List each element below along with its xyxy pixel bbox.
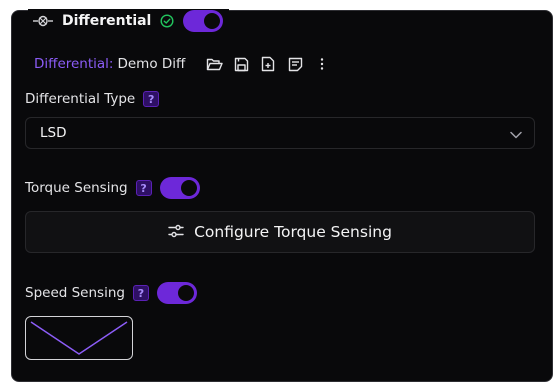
section-header: Differential: [28, 9, 230, 33]
toggle-knob: [204, 13, 221, 29]
differential-type-label: Differential Type: [25, 91, 136, 107]
configure-torque-sensing-button[interactable]: Configure Torque Sensing: [25, 211, 535, 253]
differential-enable-toggle[interactable]: [183, 10, 224, 32]
chevron-down-icon: [510, 124, 522, 143]
toggle-knob: [180, 180, 197, 196]
notes-icon[interactable]: [286, 55, 304, 73]
section-title: Differential: [62, 13, 152, 29]
toggle-knob: [177, 285, 194, 301]
save-icon[interactable]: [232, 55, 250, 73]
differential-type-help-button[interactable]: ?: [143, 91, 160, 107]
sliders-icon: [168, 223, 184, 242]
differential-type-value: LSD: [40, 125, 67, 141]
configure-torque-sensing-label: Configure Torque Sensing: [194, 223, 392, 241]
speed-sensing-label: Speed Sensing: [25, 285, 125, 301]
more-vertical-icon[interactable]: [313, 55, 331, 73]
differential-icon: [32, 14, 54, 28]
differential-type-select[interactable]: LSD: [25, 117, 535, 149]
speed-sensing-curve-preview[interactable]: [25, 316, 133, 360]
differential-type-row: Differential Type ?: [25, 91, 160, 107]
preset-toolbar: Differential: Demo Diff: [34, 54, 340, 74]
preset-prefix: Differential:: [34, 56, 114, 72]
torque-sensing-row: Torque Sensing ?: [25, 177, 200, 199]
torque-sensing-toggle[interactable]: [159, 177, 200, 199]
speed-sensing-toggle[interactable]: [156, 282, 197, 304]
torque-sensing-help-button[interactable]: ?: [135, 180, 152, 196]
check-circle-icon: [159, 13, 175, 29]
torque-sensing-label: Torque Sensing: [25, 180, 128, 196]
speed-sensing-help-button[interactable]: ?: [132, 285, 149, 301]
curve-preview-icon: [30, 321, 128, 355]
file-plus-icon[interactable]: [259, 55, 277, 73]
folder-open-icon[interactable]: [205, 55, 223, 73]
speed-sensing-row: Speed Sensing ?: [25, 282, 197, 304]
preset-name: Demo Diff: [117, 56, 186, 72]
